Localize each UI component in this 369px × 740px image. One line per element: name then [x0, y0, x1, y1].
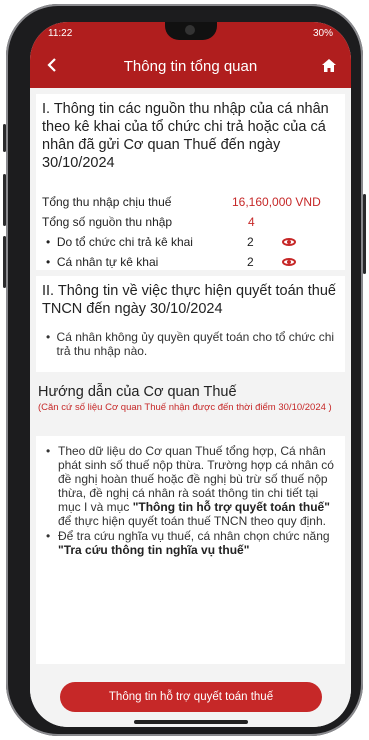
volume-down-button: [3, 236, 6, 288]
sources-label: Tổng số nguồn thu nhập: [42, 215, 173, 229]
home-indicator: [134, 720, 248, 724]
eye-icon[interactable]: [282, 238, 296, 246]
sources-row: Tổng số nguồn thu nhập 4: [42, 214, 342, 230]
guide-note: (Căn cứ số liệu Cơ quan Thuế nhận được đ…: [38, 402, 332, 413]
battery-indicator: 30%: [312, 27, 333, 39]
power-button: [363, 194, 366, 274]
list-item: • Do tổ chức chi trả kê khai 2: [42, 234, 342, 250]
mute-switch: [3, 124, 6, 152]
total-income-row: Tổng thu nhập chịu thuế 16,160,000 VND: [42, 194, 342, 210]
phone-frame: 11:22 30% Thông tin tổng quan I. Thông t…: [3, 4, 366, 736]
settlement-info-card: II. Thông tin về việc thực hiện quyết to…: [36, 276, 345, 372]
sources-value: 4: [248, 215, 255, 229]
guide-text-2a: Để tra cứu nghĩa vụ thuế, cá nhân chọn c…: [58, 529, 330, 543]
item-label: Do tổ chức chi trả kê khai: [56, 235, 193, 249]
page-title: Thông tin tổng quan: [123, 57, 258, 75]
item-label: Cá nhân tự kê khai: [56, 255, 159, 269]
list-item: • Để tra cứu nghĩa vụ thuế, cá nhân chọn…: [46, 529, 330, 557]
guide-content: • Theo dữ liệu do Cơ quan Thuế tổng hợp,…: [36, 436, 345, 664]
income-sources-card: I. Thông tin các nguồn thu nhập của cá n…: [36, 94, 345, 270]
list-item: • Cá nhân không ủy quyền quyết toán cho …: [46, 330, 335, 358]
camera-notch: [165, 22, 217, 40]
section-1-title: I. Thông tin các nguồn thu nhập của cá n…: [42, 101, 329, 171]
guide-section: Hướng dẫn của Cơ quan Thuế (Căn cứ số li…: [36, 378, 345, 678]
section-2-title: II. Thông tin về việc thực hiện quyết to…: [42, 283, 336, 317]
total-income-label: Tổng thu nhập chịu thuế: [42, 195, 172, 209]
item-count: 2: [247, 235, 254, 249]
guide-title: Hướng dẫn của Cơ quan Thuế: [38, 384, 237, 400]
home-icon[interactable]: [319, 56, 339, 77]
item-count: 2: [247, 255, 254, 269]
status-time: 11:22: [48, 27, 73, 39]
volume-up-button: [3, 174, 6, 226]
tax-settlement-support-button[interactable]: Thông tin hỗ trợ quyết toán thuế: [60, 682, 322, 712]
list-item: • Theo dữ liệu do Cơ quan Thuế tổng hợp,…: [46, 444, 334, 528]
chevron-left-icon[interactable]: [42, 56, 62, 77]
guide-text-1b: để thực hiện quyết toán thuế TNCN theo q…: [58, 514, 326, 528]
eye-icon[interactable]: [282, 258, 296, 266]
screen: 11:22 30% Thông tin tổng quan I. Thông t…: [30, 22, 351, 727]
top-nav-bar: Thông tin tổng quan: [30, 44, 351, 88]
guide-text-1-bold: "Thông tin hỗ trợ quyết toán thuế": [132, 500, 330, 514]
total-income-value: 16,160,000 VND: [232, 195, 321, 209]
content-area: I. Thông tin các nguồn thu nhập của cá n…: [30, 88, 351, 727]
list-item: • Cá nhân tự kê khai 2: [42, 254, 342, 270]
guide-text-2-bold: "Tra cứu thông tin nghĩa vụ thuế": [58, 543, 250, 557]
section-2-bullet: Cá nhân không ủy quyền quyết toán cho tổ…: [56, 330, 335, 358]
